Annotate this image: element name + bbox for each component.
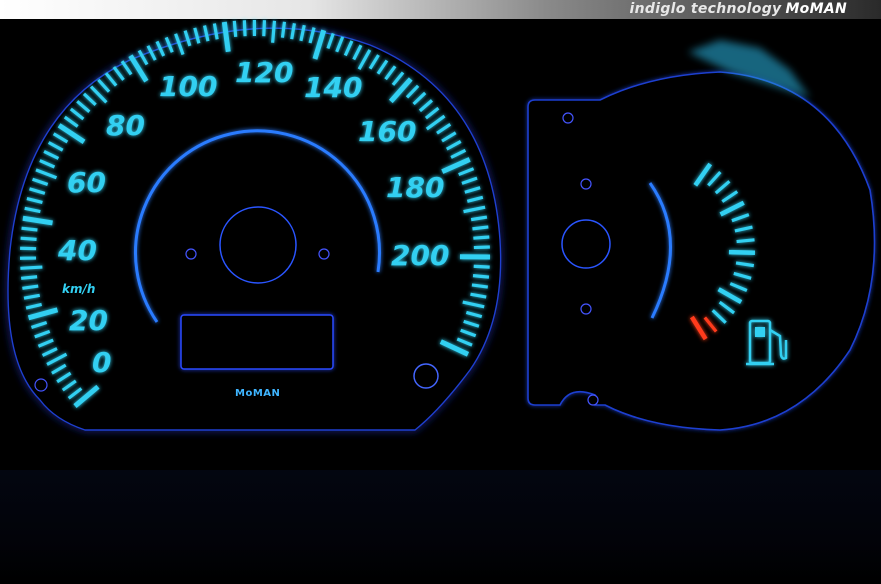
gauge-tick	[472, 225, 489, 231]
screw-hole	[34, 378, 48, 392]
screw-hole	[185, 248, 197, 260]
dial-brand: MoMAN	[235, 388, 280, 399]
screw-hole	[413, 363, 439, 389]
odometer-window	[180, 314, 334, 370]
gauge-tick	[280, 21, 287, 38]
screw-hole	[318, 248, 330, 260]
gauge-tick	[21, 226, 38, 232]
speed-label: 20	[69, 304, 108, 337]
gauge-tick	[736, 238, 755, 244]
gauge-cluster-illustration: 0 20 40 60 80 100 120 140 160 180 200 km…	[6, 19, 876, 432]
speed-label: 140	[304, 71, 362, 104]
gauge-tick	[472, 274, 490, 279]
screw-hole	[580, 178, 592, 190]
speed-label: 200	[391, 239, 449, 272]
speed-label: 120	[235, 56, 293, 89]
gauge-tick	[471, 283, 489, 289]
speedometer-hub	[219, 206, 297, 284]
fuel-hub	[561, 219, 611, 269]
speed-label: 60	[67, 166, 106, 199]
gauge-tick	[473, 245, 490, 250]
speed-label: 0	[92, 346, 111, 379]
gauge-tick	[271, 20, 277, 43]
gauge-tick	[232, 20, 238, 37]
gauge-tick	[242, 20, 247, 37]
speed-label: 40	[57, 234, 97, 267]
gauge-tick	[22, 284, 39, 290]
gauge-tick	[20, 265, 43, 270]
screw-hole	[587, 394, 599, 406]
speed-unit: km/h	[62, 282, 95, 296]
gauge-tick	[728, 249, 756, 255]
gauge-tick	[20, 236, 37, 241]
speed-label: 180	[386, 171, 444, 204]
gauge-tick	[21, 275, 38, 280]
speed-label: 160	[358, 115, 416, 148]
screw-hole	[562, 112, 574, 124]
screw-hole	[580, 303, 592, 315]
gauge-tick	[262, 20, 267, 37]
gauge-tick	[473, 235, 490, 240]
gauge-tick	[473, 264, 490, 269]
speed-label: 100	[159, 70, 217, 103]
speed-label: 80	[106, 109, 145, 142]
